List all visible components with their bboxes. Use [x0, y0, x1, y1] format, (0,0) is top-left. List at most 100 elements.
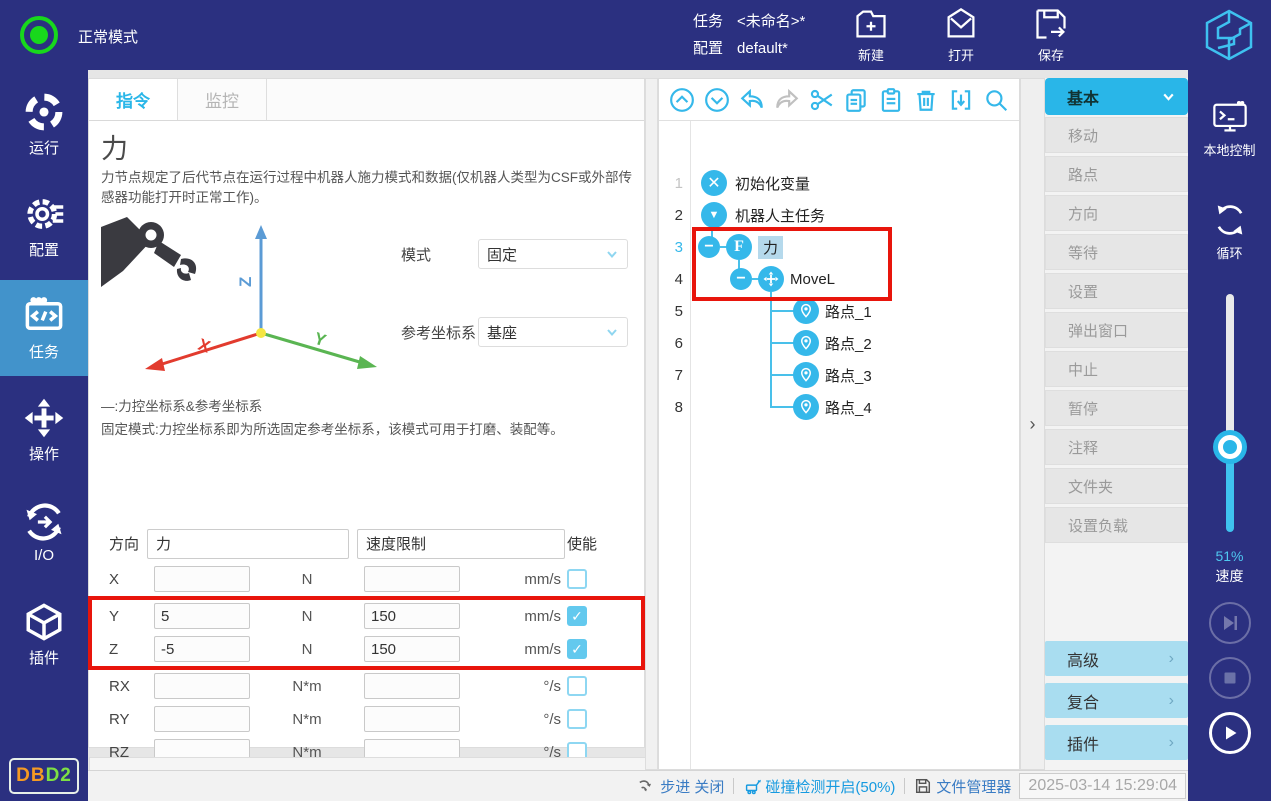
force-input-ry[interactable] [154, 706, 250, 732]
play-button[interactable] [1209, 712, 1251, 754]
command-item-popup[interactable]: 弹出窗口 [1045, 312, 1188, 348]
command-item-set-payload[interactable]: 设置负载 [1045, 507, 1188, 543]
slider-knob[interactable] [1218, 435, 1242, 459]
enable-checkbox-x[interactable] [567, 569, 587, 589]
force-input-z[interactable] [154, 636, 250, 662]
enable-checkbox-z[interactable] [567, 639, 587, 659]
waypoint-pin-icon [793, 298, 819, 324]
top-bar: 正常模式 任务<未命名>* 配置default* 新建 打开 保存 [0, 0, 1271, 70]
new-folder-icon [853, 6, 889, 42]
copy-icon[interactable] [843, 87, 869, 113]
cut-icon[interactable] [809, 87, 835, 113]
enable-checkbox-ry[interactable] [567, 709, 587, 729]
file-manager-status[interactable]: 文件管理器 [914, 776, 1011, 797]
mode-select[interactable]: 固定 [478, 239, 628, 269]
command-item-move[interactable]: 移动 [1045, 117, 1188, 153]
move-up-icon[interactable] [669, 87, 695, 113]
tree-row-waypoint-2[interactable]: 6 路点_2 [659, 327, 1019, 359]
category-advanced-button[interactable]: 高级› [1045, 641, 1188, 676]
save-button[interactable]: 保存 [1020, 6, 1082, 64]
paste-icon[interactable] [878, 87, 904, 113]
table-row-ry: RY N*m °/s [101, 703, 634, 736]
task-label: 任务 [693, 8, 723, 35]
redo-icon[interactable] [774, 87, 800, 113]
reference-frame-select[interactable]: 基座 [478, 317, 628, 347]
expand-chevron-icon: › [1030, 414, 1036, 435]
enable-checkbox-rx[interactable] [567, 676, 587, 696]
stop-button[interactable] [1209, 657, 1251, 699]
step-mode-status[interactable]: 步进 关闭 [638, 776, 724, 797]
insert-icon[interactable] [948, 87, 974, 113]
speed-limit-header-box: 速度限制 [357, 529, 565, 559]
command-item-abort[interactable]: 中止 [1045, 351, 1188, 387]
dbd2-badge[interactable]: DBD2 [9, 758, 79, 794]
sidebar-item-operate[interactable]: 操作 [0, 382, 88, 478]
chevron-down-icon [605, 247, 619, 261]
category-plugin-button[interactable]: 插件› [1045, 725, 1188, 760]
run-icon [23, 91, 65, 133]
speed-input-rx[interactable] [364, 673, 460, 699]
waypoint-pin-icon [793, 394, 819, 420]
command-item-wait[interactable]: 等待 [1045, 234, 1188, 270]
force-input-y[interactable] [154, 603, 250, 629]
step-icon [638, 777, 656, 795]
command-item-waypoint[interactable]: 路点 [1045, 156, 1188, 192]
variable-node-icon: ✕ [701, 170, 727, 196]
sidebar-item-plugin[interactable]: 插件 [0, 586, 88, 682]
undo-icon[interactable] [739, 87, 765, 113]
slider-track-upper[interactable] [1226, 294, 1234, 442]
sidebar-item-config[interactable]: 配置 [0, 178, 88, 274]
command-item-direction[interactable]: 方向 [1045, 195, 1188, 231]
enable-checkbox-y[interactable] [567, 606, 587, 626]
right-sidebar: 本地控制 循环 51% 速度 [1188, 70, 1271, 801]
instruction-panel: 指令 监控 力 力节点规定了后代节点在运行过程中机器人施力模式和数据(仅机器人类… [88, 78, 645, 748]
category-basic-header[interactable]: 基本 [1045, 78, 1188, 115]
vertical-scrollbar[interactable] [645, 78, 658, 770]
delete-icon[interactable] [913, 87, 939, 113]
speed-slider[interactable] [1217, 294, 1243, 532]
speed-input-z[interactable] [364, 636, 460, 662]
move-arrows-icon [23, 397, 65, 439]
new-button[interactable]: 新建 [840, 6, 902, 64]
category-composite-button[interactable]: 复合› [1045, 683, 1188, 718]
tree-row-waypoint-3[interactable]: 7 路点_3 [659, 359, 1019, 391]
play-icon [1220, 723, 1240, 743]
force-input-rx[interactable] [154, 673, 250, 699]
status-bar: 步进 关闭 碰撞检测开启(50%) 文件管理器 2025-03-14 15:29… [88, 770, 1188, 801]
command-item-comment[interactable]: 注释 [1045, 429, 1188, 465]
config-value: default* [737, 35, 788, 62]
panel-expander[interactable]: › [1020, 78, 1045, 770]
chevron-right-icon: › [1169, 650, 1174, 668]
command-item-folder[interactable]: 文件夹 [1045, 468, 1188, 504]
node-description: 力节点规定了后代节点在运行过程中机器人施力模式和数据(仅机器人类型为CSF或外部… [101, 168, 641, 207]
force-input-x[interactable] [154, 566, 250, 592]
tree-row-waypoint-4[interactable]: 8 路点_4 [659, 391, 1019, 423]
chevron-down-icon [1161, 89, 1176, 104]
search-icon[interactable] [983, 87, 1009, 113]
tab-instruction[interactable]: 指令 [89, 79, 178, 120]
waypoint-pin-icon [793, 330, 819, 356]
loop-button[interactable]: 循环 [1188, 201, 1271, 262]
collision-detection-status[interactable]: 碰撞检测开启(50%) [743, 776, 895, 797]
tree-row-init-vars[interactable]: 1 ✕ 初始化变量 [659, 167, 1019, 199]
mode-field-label: 模式 [401, 244, 431, 265]
speed-input-x[interactable] [364, 566, 460, 592]
speed-input-ry[interactable] [364, 706, 460, 732]
system-timestamp: 2025-03-14 15:29:04 [1019, 773, 1186, 799]
local-control-button[interactable]: 本地控制 [1188, 98, 1271, 159]
open-button[interactable]: 打开 [930, 6, 992, 64]
move-down-icon[interactable] [704, 87, 730, 113]
sidebar-item-io[interactable]: I/O [0, 484, 88, 580]
tab-monitor[interactable]: 监控 [178, 79, 267, 120]
command-item-set[interactable]: 设置 [1045, 273, 1188, 309]
table-row-z: Z N mm/s [101, 633, 634, 666]
command-item-pause[interactable]: 暂停 [1045, 390, 1188, 426]
speed-input-y[interactable] [364, 603, 460, 629]
step-forward-button[interactable] [1209, 602, 1251, 644]
chevron-right-icon: › [1169, 734, 1174, 752]
annotation-box-tree [692, 227, 892, 301]
code-window-icon [23, 295, 65, 337]
y-axis-label: Y [312, 329, 329, 351]
sidebar-item-task[interactable]: 任务 [0, 280, 88, 376]
sidebar-item-run[interactable]: 运行 [0, 76, 88, 172]
